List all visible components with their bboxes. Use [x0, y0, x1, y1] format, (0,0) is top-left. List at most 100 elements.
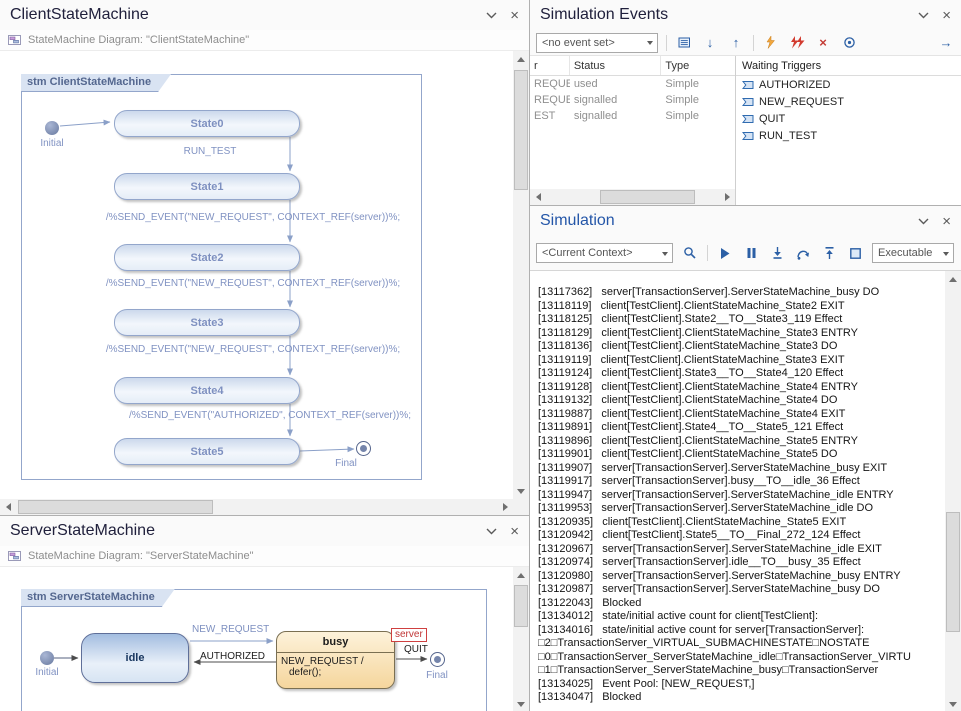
events-horizontal-scrollbar[interactable]: [530, 189, 735, 205]
client-state-State2[interactable]: State2: [114, 244, 300, 271]
simulation-panel-close-icon[interactable]: ×: [942, 214, 951, 229]
ea-workspace: ClientStateMachine × StateMachine Diagra…: [0, 0, 961, 711]
scroll-thumb[interactable]: [600, 190, 695, 204]
scroll-right-button[interactable]: [497, 499, 513, 515]
statemachine-diagram-icon: [8, 550, 23, 562]
simulation-panel-chevron-down-icon[interactable]: [918, 218, 929, 225]
event-list-icon[interactable]: [675, 34, 693, 52]
scroll-thumb[interactable]: [514, 585, 528, 627]
waiting-trigger-item[interactable]: NEW_REQUEST: [736, 93, 961, 110]
server-vertical-scrollbar[interactable]: [513, 567, 529, 711]
scroll-up-button[interactable]: [513, 567, 529, 583]
search-icon[interactable]: [681, 244, 699, 262]
trigger-icon: [742, 96, 754, 108]
column-header-status[interactable]: Status: [570, 56, 662, 75]
waiting-trigger-label: RUN_TEST: [759, 130, 817, 142]
scroll-thumb[interactable]: [514, 70, 528, 190]
step-over-icon[interactable]: [794, 244, 812, 262]
server-panel-chevron-down-icon[interactable]: [486, 528, 497, 535]
trigger-icon: [742, 113, 754, 125]
step-into-icon[interactable]: [768, 244, 786, 262]
scroll-right-button[interactable]: [719, 189, 735, 205]
scroll-down-button[interactable]: [513, 483, 529, 499]
combo-arrow-icon[interactable]: [938, 244, 953, 262]
log-line: [13118119] client[TestClient].ClientStat…: [538, 300, 945, 314]
target-icon[interactable]: [840, 34, 858, 52]
server-final-node[interactable]: [430, 652, 445, 667]
client-state-State3[interactable]: State3: [114, 309, 300, 336]
client-state-State1[interactable]: State1: [114, 173, 300, 200]
event-row[interactable]: REQUESusedSimple: [530, 76, 735, 92]
scroll-down-button[interactable]: [945, 696, 961, 711]
column-header-type[interactable]: Type: [661, 56, 735, 75]
client-state-State0[interactable]: State0: [114, 110, 300, 137]
column-header-trigger[interactable]: r: [530, 56, 570, 75]
log-line: □0□TransactionServer_ServerStateMachine_…: [538, 651, 945, 665]
waiting-triggers-pane: Waiting Triggers AUTHORIZED NEW_REQUESTQU…: [736, 56, 961, 205]
client-diagram-canvas[interactable]: stm ClientStateMachine: [0, 51, 513, 499]
events-panel-close-icon[interactable]: ×: [942, 8, 951, 23]
combo-arrow-icon[interactable]: [657, 244, 672, 262]
client-state-State5[interactable]: State5: [114, 438, 300, 465]
combo-arrow-icon[interactable]: [642, 34, 657, 52]
server-statemachine-panel: ServerStateMachine × StateMachine Diagra…: [0, 515, 529, 711]
client-state-State4[interactable]: State4: [114, 377, 300, 404]
events-panel-chevron-down-icon[interactable]: [918, 12, 929, 19]
waiting-triggers-header: Waiting Triggers: [736, 56, 961, 76]
waiting-trigger-item[interactable]: AUTHORIZED: [736, 76, 961, 93]
server-state-busy[interactable]: busy NEW_REQUEST / defer();: [276, 631, 395, 689]
server-panel-close-icon[interactable]: ×: [510, 524, 519, 539]
context-combo[interactable]: <Current Context>: [536, 243, 673, 263]
scroll-left-button[interactable]: [530, 189, 546, 205]
scrollbar-corner: [513, 499, 529, 515]
overflow-arrow-icon[interactable]: →: [937, 34, 955, 52]
waiting-trigger-item[interactable]: RUN_TEST: [736, 127, 961, 144]
client-initial-node[interactable]: [45, 121, 59, 135]
pause-icon[interactable]: [742, 244, 760, 262]
log-line: [13134016] state/initial active count fo…: [538, 624, 945, 638]
scroll-thumb[interactable]: [946, 512, 960, 632]
lightning-icon[interactable]: [762, 34, 780, 52]
client-horizontal-scrollbar[interactable]: [0, 499, 513, 515]
event-row[interactable]: ESTsignalledSimple: [530, 108, 735, 124]
arrow-up-icon[interactable]: ↑: [727, 34, 745, 52]
step-out-icon[interactable]: [820, 244, 838, 262]
scroll-up-button[interactable]: [945, 271, 961, 287]
event-type-cell: Simple: [661, 92, 735, 108]
log-line: [13117362] server[TransactionServer].Ser…: [538, 286, 945, 300]
executable-combo[interactable]: Executable: [872, 243, 954, 263]
scroll-thumb[interactable]: [18, 500, 213, 514]
server-diagram-canvas[interactable]: stm ServerStateMachine Initial: [0, 567, 513, 711]
log-line: [13120974] server[TransactionServer].idl…: [538, 556, 945, 570]
server-initial-node[interactable]: [40, 651, 54, 665]
server-initial-label: Initial: [27, 667, 67, 678]
event-set-combo[interactable]: <no event set>: [536, 33, 658, 53]
server-object-tag: server: [391, 628, 427, 642]
client-final-node[interactable]: [356, 441, 371, 456]
event-table-header: r Status Type: [530, 56, 735, 76]
scroll-left-button[interactable]: [0, 499, 16, 515]
scroll-up-button[interactable]: [513, 51, 529, 67]
log-line: [13119947] server[TransactionServer].Ser…: [538, 489, 945, 503]
clear-events-icon[interactable]: ×: [814, 34, 832, 52]
simulation-log[interactable]: [13117362] server[TransactionServer].Ser…: [530, 271, 945, 711]
simulation-vertical-scrollbar[interactable]: [945, 271, 961, 711]
event-status-cell: signalled: [570, 108, 662, 124]
busy-state-internal-transitions: NEW_REQUEST / defer();: [277, 652, 394, 678]
client-panel-close-icon[interactable]: ×: [510, 8, 519, 23]
arrow-down-icon[interactable]: ↓: [701, 34, 719, 52]
waiting-trigger-label: AUTHORIZED: [759, 79, 831, 91]
client-panel-chevron-down-icon[interactable]: [486, 12, 497, 19]
stop-icon[interactable]: [846, 244, 864, 262]
toolbar-separator: [707, 245, 708, 261]
server-state-idle[interactable]: idle: [81, 633, 189, 683]
log-line: [13119891] client[TestClient].State4__TO…: [538, 421, 945, 435]
waiting-trigger-item[interactable]: QUIT: [736, 110, 961, 127]
log-line: [13119128] client[TestClient].ClientStat…: [538, 381, 945, 395]
scroll-down-button[interactable]: [513, 696, 529, 711]
event-row[interactable]: REQUESsignalledSimple: [530, 92, 735, 108]
double-lightning-icon[interactable]: [788, 34, 806, 52]
client-vertical-scrollbar[interactable]: [513, 51, 529, 499]
server-panel-title: ServerStateMachine: [10, 522, 155, 540]
play-icon[interactable]: [716, 244, 734, 262]
